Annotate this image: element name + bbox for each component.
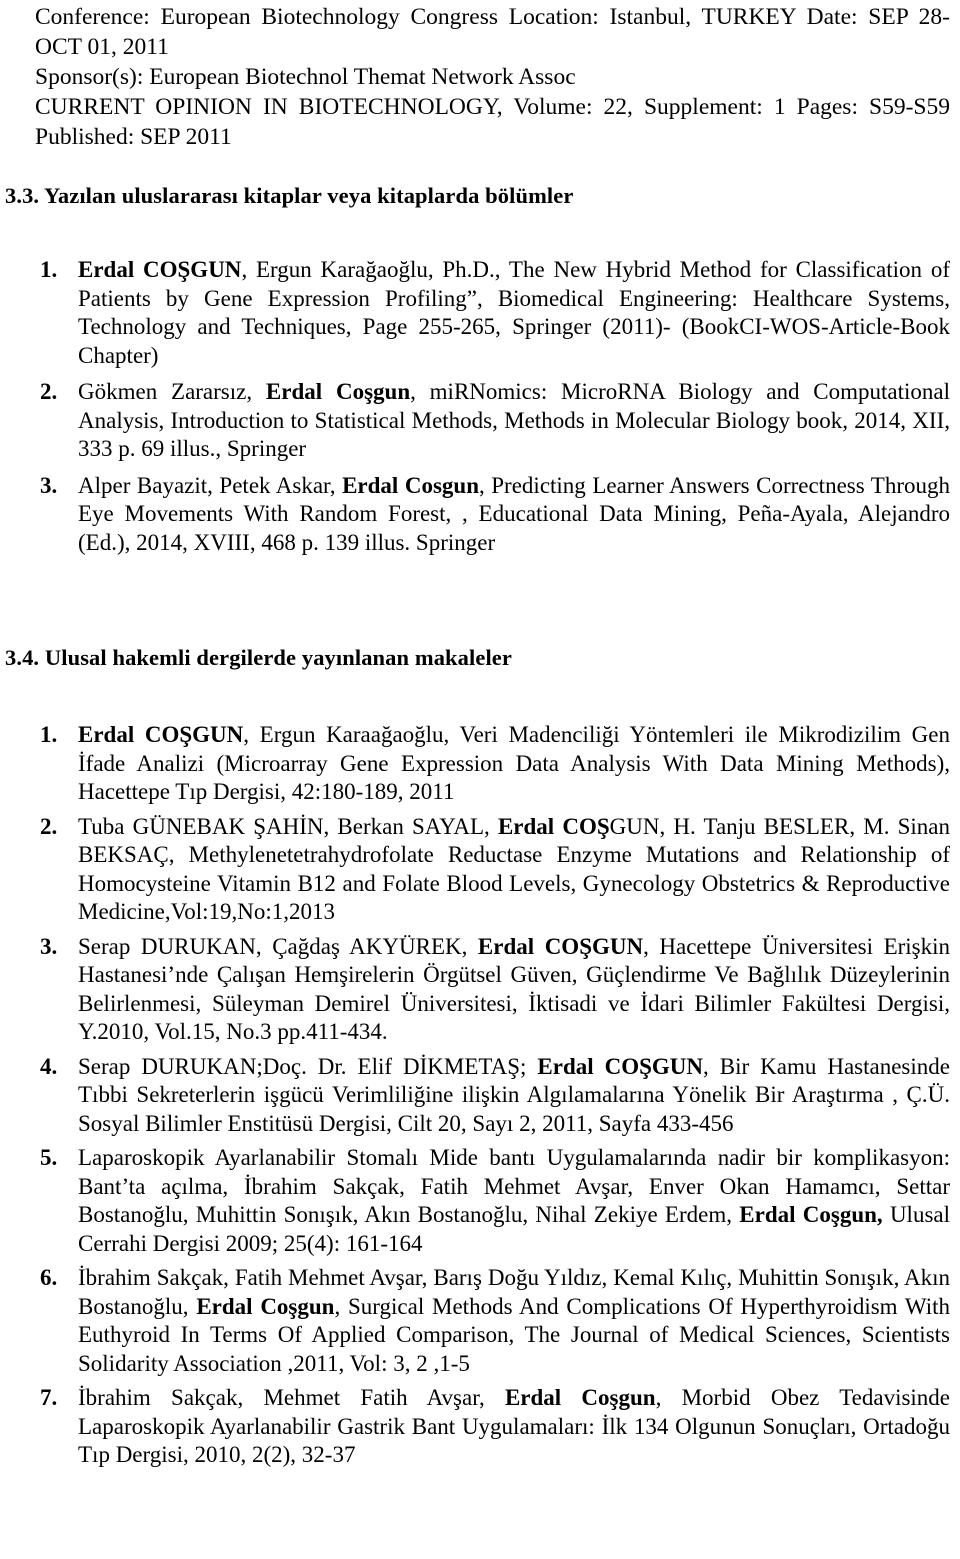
- list-item-text: Laparoskopik Ayarlanabilir Stomalı Mide …: [78, 1144, 950, 1258]
- list-item-number: 2.: [40, 813, 58, 839]
- list-item-text: Serap DURUKAN;Doç. Dr. Elif DİKMETAŞ; Er…: [78, 1053, 950, 1139]
- journal-line: CURRENT OPINION IN BIOTECHNOLOGY, Volume…: [35, 94, 950, 150]
- list-item: 6. İbrahim Sakçak, Fatih Mehmet Avşar, B…: [0, 1264, 960, 1378]
- author-highlight: Erdal COŞGUN: [78, 722, 244, 747]
- author-highlight: Erdal Coşgun: [504, 1385, 656, 1410]
- list-item-number: 3.: [40, 472, 58, 498]
- section-heading-3-4: 3.4. Ulusal hakemli dergilerde yayınlana…: [5, 645, 512, 670]
- list-item-text: Tuba GÜNEBAK ŞAHİN, Berkan SAYAL, Erdal …: [78, 813, 950, 927]
- list-item: 4. Serap DURUKAN;Doç. Dr. Elif DİKMETAŞ;…: [0, 1053, 960, 1139]
- list-item-text: Gökmen Zararsız, Erdal Coşgun, miRNomics…: [78, 378, 950, 464]
- list-item-number: 7.: [40, 1385, 58, 1410]
- list-item-number: 1.: [40, 257, 58, 282]
- reference-prefix: İbrahim Sakçak, Mehmet Fatih Avşar,: [78, 1385, 505, 1410]
- list-item-text: İbrahim Sakçak, Mehmet Fatih Avşar, Erda…: [78, 1384, 950, 1470]
- list-item-text: Alper Bayazit, Petek Askar, Erdal Cosgun…: [78, 472, 950, 558]
- reference-prefix: Alper Bayazit, Petek Askar,: [78, 472, 343, 498]
- national-journal-article-list: 1. Erdal COŞGUN, Ergun Karaağaoğlu, Veri…: [0, 721, 960, 1476]
- list-item-text: Erdal COŞGUN, Ergun Karaağaoğlu, Veri Ma…: [78, 721, 950, 807]
- sponsor-line: Sponsor(s): European Biotechnol Themat N…: [35, 64, 576, 90]
- list-item-text: İbrahim Sakçak, Fatih Mehmet Avşar, Barı…: [78, 1264, 950, 1378]
- book-chapter-list: 1. Erdal COŞGUN, Ergun Karağaoğlu, Ph.D.…: [0, 256, 960, 557]
- reference-prefix: Gökmen Zararsız,: [78, 379, 266, 404]
- list-item: 3. Serap DURUKAN, Çağdaş AKYÜREK, Erdal …: [0, 933, 960, 1047]
- list-item: 2. Gökmen Zararsız, Erdal Coşgun, miRNom…: [0, 378, 960, 464]
- list-item: 3. Alper Bayazit, Petek Askar, Erdal Cos…: [0, 472, 960, 558]
- list-item-number: 2.: [40, 379, 58, 404]
- conference-citation-block: Conference: European Biotechnology Congr…: [35, 2, 950, 152]
- reference-prefix: Serap DURUKAN, Çağdaş AKYÜREK,: [78, 933, 478, 959]
- list-item: 5. Laparoskopik Ayarlanabilir Stomalı Mi…: [0, 1144, 960, 1258]
- author-highlight: Erdal Coşgun: [265, 379, 411, 404]
- author-highlight: Erdal COŞGUN: [537, 1053, 704, 1079]
- list-item-number: 1.: [40, 722, 58, 747]
- list-item-number: 6.: [40, 1265, 58, 1290]
- list-item-number: 5.: [40, 1145, 58, 1170]
- list-item-text: Serap DURUKAN, Çağdaş AKYÜREK, Erdal COŞ…: [78, 933, 950, 1047]
- list-item: 1. Erdal COŞGUN, Ergun Karaağaoğlu, Veri…: [0, 721, 960, 807]
- list-item: 7. İbrahim Sakçak, Mehmet Fatih Avşar, E…: [0, 1384, 960, 1470]
- conference-line: Conference: European Biotechnology Congr…: [35, 4, 950, 60]
- author-highlight: Erdal COŞ: [497, 813, 610, 839]
- list-item: 1. Erdal COŞGUN, Ergun Karağaoğlu, Ph.D.…: [0, 256, 960, 370]
- list-item-number: 4.: [40, 1053, 58, 1079]
- list-item: 2. Tuba GÜNEBAK ŞAHİN, Berkan SAYAL, Erd…: [0, 813, 960, 927]
- reference-prefix: Tuba GÜNEBAK ŞAHİN, Berkan SAYAL,: [78, 813, 498, 839]
- reference-prefix: Serap DURUKAN;Doç. Dr. Elif DİKMETAŞ;: [78, 1053, 538, 1079]
- section-heading-3-3: 3.3. Yazılan uluslararası kitaplar veya …: [5, 183, 574, 208]
- author-highlight: Erdal COŞGUN: [78, 257, 242, 282]
- document-page: Conference: European Biotechnology Congr…: [0, 0, 960, 1559]
- list-item-text: Erdal COŞGUN, Ergun Karağaoğlu, Ph.D., T…: [78, 256, 950, 370]
- author-highlight: Erdal Cosgun: [342, 472, 479, 498]
- list-item-number: 3.: [40, 933, 58, 959]
- author-highlight: Erdal Coşgun,: [739, 1202, 883, 1227]
- author-highlight: Erdal Coşgun: [196, 1293, 335, 1319]
- author-highlight: Erdal COŞGUN: [477, 933, 644, 959]
